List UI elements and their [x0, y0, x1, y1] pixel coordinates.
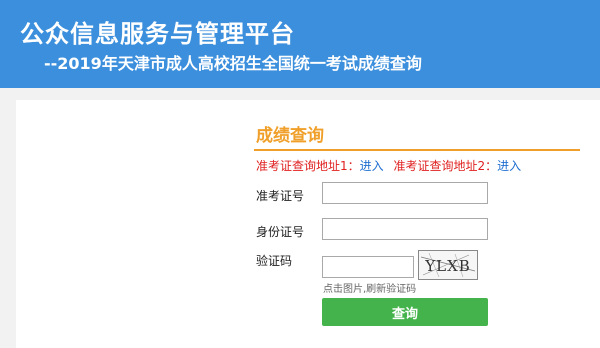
addr1-link[interactable]: 进入: [360, 159, 384, 173]
addr2-label: 准考证查询地址2：: [393, 159, 498, 173]
addr2-link[interactable]: 进入: [497, 159, 521, 173]
address-row: 准考证查询地址1：进入 准考证查询地址2：进入: [256, 157, 521, 174]
query-button[interactable]: 查询: [322, 298, 488, 326]
captcha-input[interactable]: [322, 256, 414, 278]
exam-no-label: 准考证号: [256, 189, 305, 203]
section-title: 成绩查询: [256, 126, 324, 146]
captcha-graphic: YLXB: [420, 252, 476, 278]
exam-no-input[interactable]: [322, 182, 488, 204]
header-banner: 公众信息服务与管理平台 --2019年天津市成人高校招生全国统一考试成绩查询: [0, 0, 600, 88]
addr1-label: 准考证查询地址1：: [256, 159, 360, 173]
captcha-image[interactable]: YLXB: [418, 250, 478, 280]
platform-title: 公众信息服务与管理平台: [20, 20, 295, 48]
section-divider: [254, 149, 580, 151]
captcha-text: YLXB: [424, 257, 471, 275]
captcha-refresh-hint: 点击图片,刷新验证码: [323, 284, 417, 295]
page-subtitle: --2019年天津市成人高校招生全国统一考试成绩查询: [44, 54, 422, 73]
id-number-label: 身份证号: [256, 225, 305, 239]
id-number-input[interactable]: [322, 218, 488, 240]
captcha-label: 验证码: [256, 254, 293, 268]
